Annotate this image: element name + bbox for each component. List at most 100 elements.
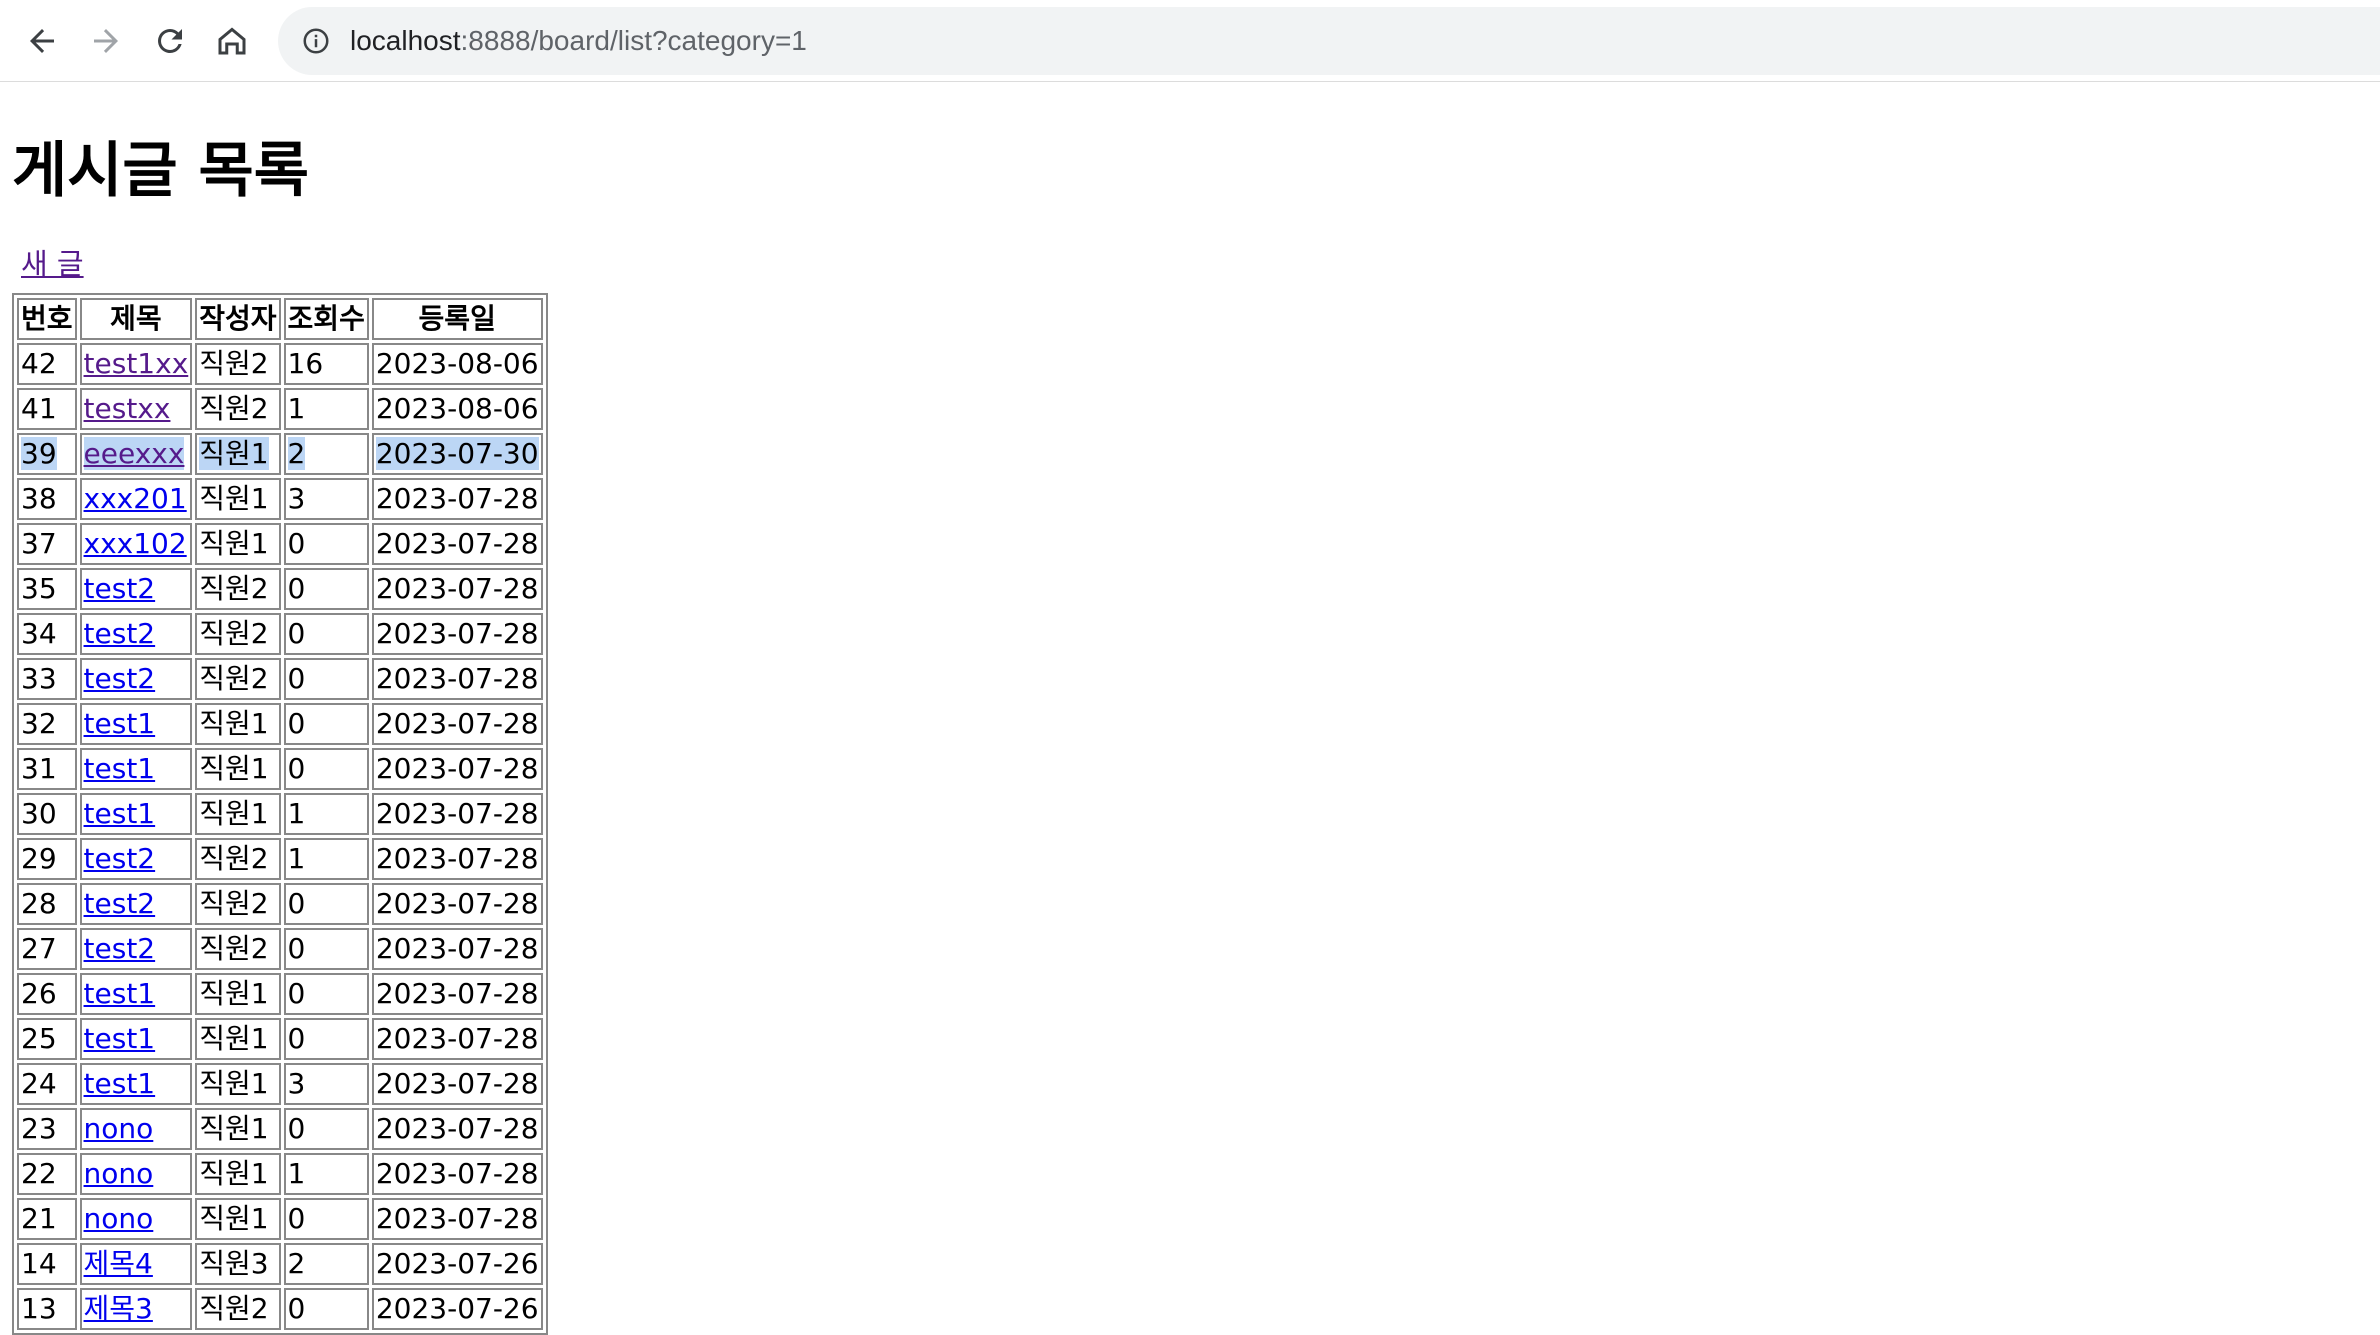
cell-title[interactable]: test1 — [79, 748, 193, 790]
cell-author: 직원1 — [195, 1108, 281, 1150]
post-title-link[interactable]: testxx — [84, 392, 171, 425]
reload-button[interactable] — [148, 19, 192, 63]
table-row: 38 xxx201 직원1 3 2023-07-28 — [17, 478, 543, 520]
cell-title[interactable]: test2 — [79, 568, 193, 610]
url-text[interactable]: localhost:8888/board/list?category=1 — [350, 25, 807, 57]
cell-title[interactable]: test1 — [79, 703, 193, 745]
cell-date: 2023-07-28 — [371, 793, 543, 835]
cell-views: 1 — [283, 388, 369, 430]
cell-author-text: 직원2 — [199, 662, 269, 695]
cell-number-text: 29 — [21, 842, 57, 875]
cell-author-text: 직원2 — [199, 1292, 269, 1325]
cell-author-text: 직원1 — [199, 482, 269, 515]
cell-title[interactable]: test1 — [79, 1063, 193, 1105]
cell-number-text: 30 — [21, 797, 57, 830]
post-title-link[interactable]: test1xx — [84, 347, 189, 380]
post-title-link[interactable]: test1 — [84, 752, 156, 785]
info-icon[interactable] — [300, 25, 332, 57]
table-row: 14 제목4 직원3 2 2023-07-26 — [17, 1243, 543, 1285]
table-row: 29 test2 직원2 1 2023-07-28 — [17, 838, 543, 880]
cell-date-text: 2023-07-26 — [375, 1292, 539, 1325]
header-views: 조회수 — [283, 298, 369, 340]
cell-date-text: 2023-07-28 — [375, 932, 539, 965]
post-title-link[interactable]: test1 — [84, 1022, 156, 1055]
cell-title[interactable]: test1xx — [79, 343, 193, 385]
back-button[interactable] — [20, 19, 64, 63]
post-title-link[interactable]: test2 — [84, 572, 156, 605]
cell-title[interactable]: test2 — [79, 928, 193, 970]
cell-title[interactable]: xxx201 — [79, 478, 193, 520]
cell-views: 0 — [283, 928, 369, 970]
cell-author-text: 직원1 — [199, 707, 269, 740]
cell-author: 직원1 — [195, 523, 281, 565]
post-title-link[interactable]: 제목4 — [84, 1247, 153, 1280]
cell-views: 0 — [283, 703, 369, 745]
cell-views: 3 — [283, 478, 369, 520]
post-title-link[interactable]: nono — [84, 1157, 154, 1190]
cell-number-text: 23 — [21, 1112, 57, 1145]
cell-author-text: 직원2 — [199, 392, 269, 425]
cell-author: 직원2 — [195, 883, 281, 925]
post-title-link[interactable]: test2 — [84, 617, 156, 650]
cell-number-text: 24 — [21, 1067, 57, 1100]
cell-title[interactable]: 제목4 — [79, 1243, 193, 1285]
cell-number-text: 34 — [21, 617, 57, 650]
post-title-link[interactable]: test2 — [84, 662, 156, 695]
forward-button[interactable] — [84, 19, 128, 63]
cell-author-text: 직원1 — [199, 1157, 269, 1190]
table-row: 31 test1 직원1 0 2023-07-28 — [17, 748, 543, 790]
cell-title[interactable]: eeexxx — [79, 433, 193, 475]
home-button[interactable] — [210, 19, 254, 63]
post-title-link[interactable]: test1 — [84, 797, 156, 830]
cell-title[interactable]: test2 — [79, 883, 193, 925]
cell-title[interactable]: test1 — [79, 973, 193, 1015]
cell-author: 직원1 — [195, 703, 281, 745]
post-title-link[interactable]: eeexxx — [83, 437, 185, 470]
header-number: 번호 — [17, 298, 77, 340]
table-row: 32 test1 직원1 0 2023-07-28 — [17, 703, 543, 745]
cell-title[interactable]: nono — [79, 1153, 193, 1195]
cell-author-text: 직원2 — [199, 887, 269, 920]
table-row: 28 test2 직원2 0 2023-07-28 — [17, 883, 543, 925]
cell-title[interactable]: test1 — [79, 1018, 193, 1060]
post-title-link[interactable]: xxx201 — [84, 482, 187, 515]
cell-author-text: 직원1 — [199, 1067, 269, 1100]
cell-number-text: 26 — [21, 977, 57, 1010]
cell-title[interactable]: xxx102 — [79, 523, 193, 565]
post-title-link[interactable]: 제목3 — [84, 1292, 153, 1325]
cell-number: 14 — [17, 1243, 77, 1285]
post-title-link[interactable]: nono — [84, 1112, 154, 1145]
post-title-link[interactable]: xxx102 — [84, 527, 187, 560]
cell-number: 35 — [17, 568, 77, 610]
post-title-link[interactable]: test2 — [84, 887, 156, 920]
table-row: 13 제목3 직원2 0 2023-07-26 — [17, 1288, 543, 1330]
cell-views: 0 — [283, 568, 369, 610]
cell-author-text: 직원1 — [199, 437, 269, 470]
cell-date: 2023-07-28 — [371, 1108, 543, 1150]
cell-date: 2023-07-26 — [371, 1288, 543, 1330]
cell-number-text: 32 — [21, 707, 57, 740]
cell-date: 2023-07-28 — [371, 478, 543, 520]
cell-title[interactable]: test2 — [79, 838, 193, 880]
cell-title[interactable]: nono — [79, 1108, 193, 1150]
table-row: 41 testxx 직원2 1 2023-08-06 — [17, 388, 543, 430]
cell-number-text: 33 — [21, 662, 57, 695]
cell-author: 직원2 — [195, 613, 281, 655]
new-post-link[interactable]: 새 글 — [21, 241, 84, 283]
cell-title[interactable]: 제목3 — [79, 1288, 193, 1330]
post-title-link[interactable]: test2 — [84, 842, 156, 875]
post-title-link[interactable]: test1 — [84, 977, 156, 1010]
cell-number-text: 39 — [21, 437, 57, 470]
cell-date: 2023-07-28 — [371, 613, 543, 655]
cell-title[interactable]: nono — [79, 1198, 193, 1240]
cell-title[interactable]: test2 — [79, 658, 193, 700]
address-bar[interactable]: localhost:8888/board/list?category=1 — [278, 7, 2380, 75]
table-row: 25 test1 직원1 0 2023-07-28 — [17, 1018, 543, 1060]
cell-title[interactable]: test1 — [79, 793, 193, 835]
cell-title[interactable]: testxx — [79, 388, 193, 430]
post-title-link[interactable]: test2 — [84, 932, 156, 965]
post-title-link[interactable]: test1 — [84, 1067, 156, 1100]
cell-title[interactable]: test2 — [79, 613, 193, 655]
post-title-link[interactable]: test1 — [84, 707, 156, 740]
post-title-link[interactable]: nono — [84, 1202, 154, 1235]
